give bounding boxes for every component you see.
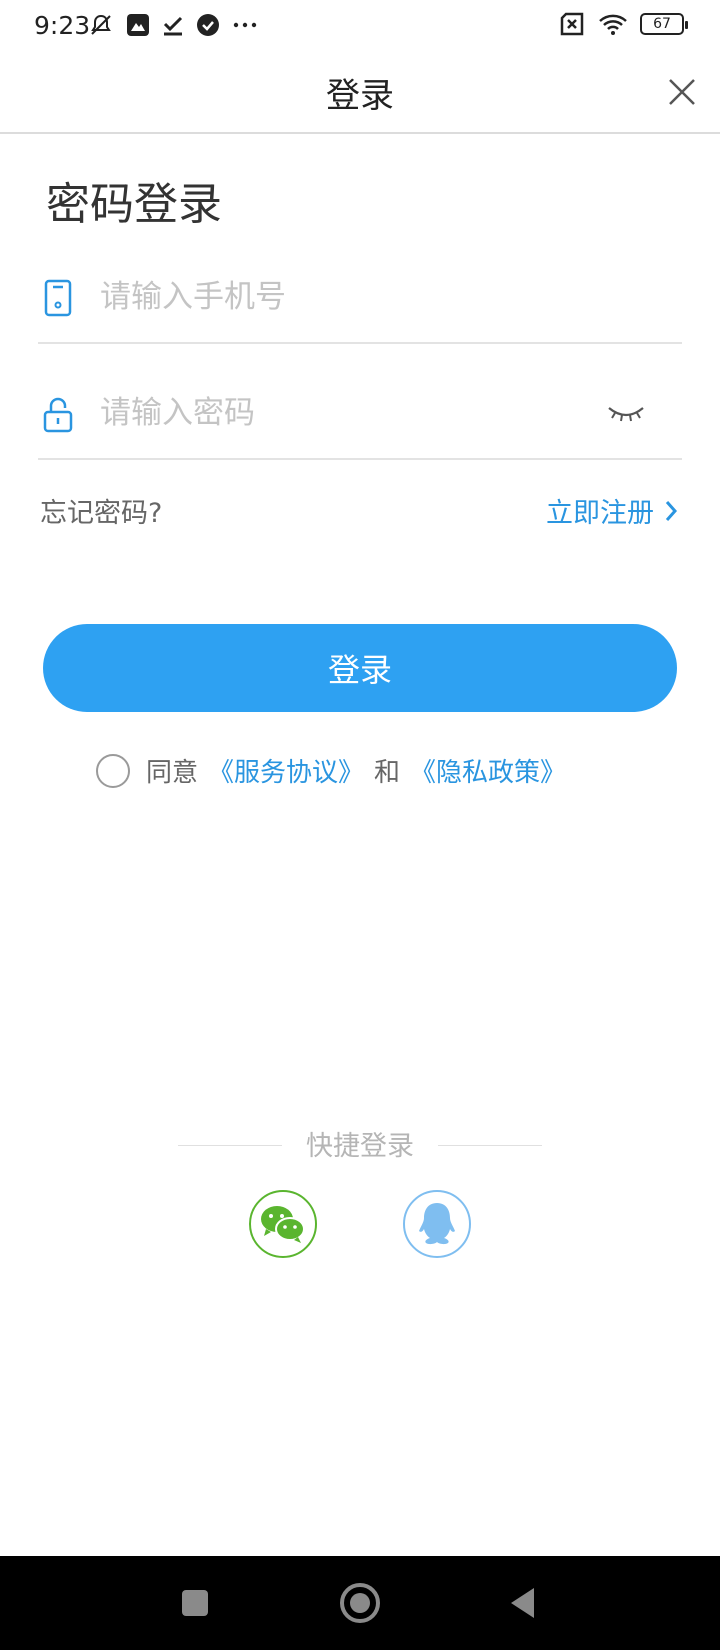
agreement-row: 同意 《服务协议》 和 《隐私政策》 [96, 752, 566, 789]
battery-icon: 67 [640, 13, 688, 35]
forgot-password-link[interactable]: 忘记密码? [40, 491, 162, 530]
status-bar: 9:23 67 [0, 0, 720, 56]
register-label: 立即注册 [546, 498, 654, 529]
recent-apps-button[interactable] [172, 1580, 218, 1626]
battery-level: 67 [653, 16, 671, 32]
system-nav-bar [0, 1556, 720, 1650]
login-button[interactable]: 登录 [43, 624, 677, 712]
chevron-right-icon [665, 500, 678, 521]
status-icons-left [88, 12, 258, 38]
eye-closed-icon[interactable] [606, 402, 646, 426]
phone-input[interactable] [100, 272, 570, 322]
title-bar: 登录 [0, 56, 720, 134]
service-agreement-link[interactable]: 《服务协议》 [208, 752, 364, 789]
back-button[interactable] [500, 1580, 546, 1626]
status-time: 9:23 [34, 11, 91, 40]
status-icons-right: 67 [558, 12, 688, 36]
wifi-icon [599, 14, 627, 35]
square-icon [182, 1590, 208, 1616]
agree-prefix: 同意 [146, 758, 199, 788]
quick-login-label: 快捷登录 [306, 1131, 414, 1162]
phone-icon [44, 279, 72, 317]
password-input[interactable] [100, 388, 570, 438]
wechat-login-button[interactable] [249, 1190, 317, 1258]
quick-login-divider: 快捷登录 [0, 1124, 720, 1164]
register-link[interactable]: 立即注册 [546, 491, 678, 530]
bell-muted-icon [91, 14, 111, 35]
password-field [38, 344, 682, 460]
home-circle-icon [340, 1583, 380, 1623]
privacy-policy-link[interactable]: 《隐私政策》 [410, 752, 566, 789]
wechat-icon [261, 1206, 305, 1243]
home-button[interactable] [337, 1580, 383, 1626]
close-icon [669, 79, 695, 105]
gallery-app-icon [127, 14, 149, 36]
qq-icon [419, 1203, 455, 1245]
divider-right [438, 1145, 542, 1146]
close-button[interactable] [662, 72, 702, 112]
agree-checkbox[interactable] [96, 753, 130, 788]
check-circle-icon [197, 14, 219, 36]
download-done-icon [163, 16, 183, 36]
page-title: 登录 [326, 76, 394, 116]
lock-icon [43, 397, 73, 433]
more-notifications-icon [233, 22, 257, 28]
no-sim-icon [560, 12, 584, 36]
qq-login-button[interactable] [403, 1190, 471, 1258]
agree-and: 和 [374, 758, 401, 788]
back-triangle-icon [511, 1588, 534, 1618]
login-heading: 密码登录 [46, 179, 222, 230]
phone-field [38, 228, 682, 344]
